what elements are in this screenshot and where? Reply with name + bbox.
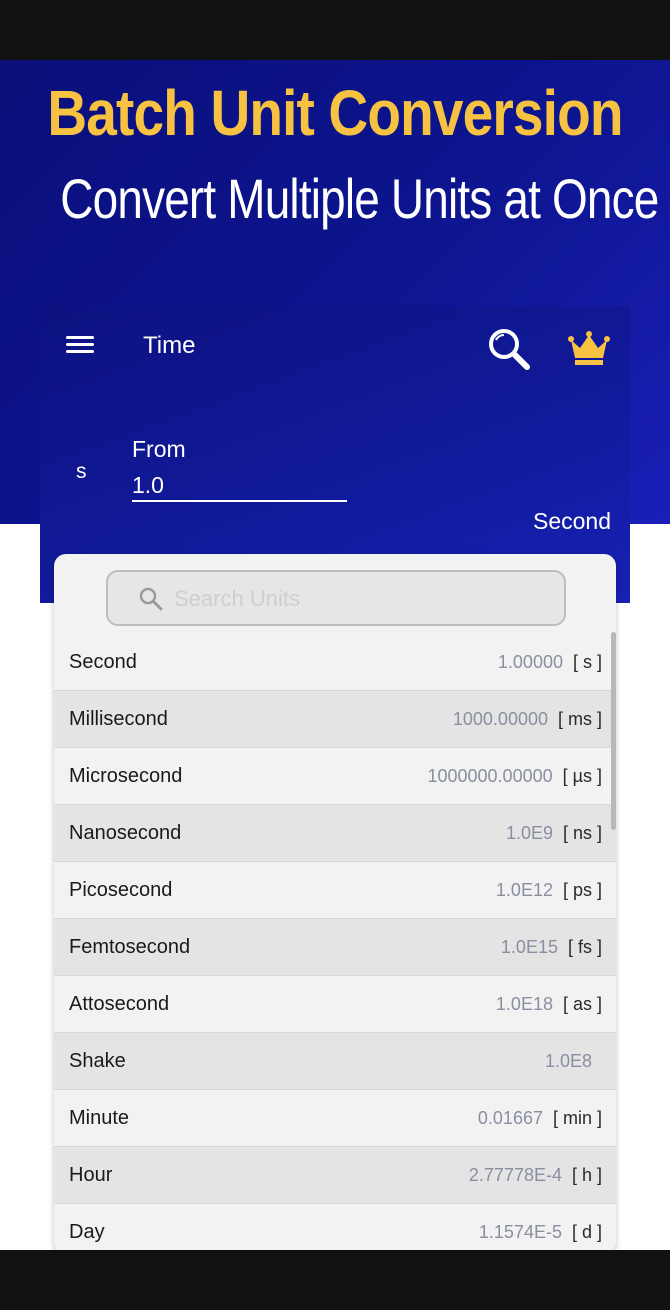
crown-icon[interactable] <box>567 328 611 368</box>
unit-name: Millisecond <box>69 707 168 730</box>
from-unit-name[interactable]: Second <box>533 508 611 535</box>
promo-subheadline: Convert Multiple Units at Once <box>60 167 659 230</box>
unit-row[interactable]: Hour 2.77778E-4 [ h ] <box>54 1147 616 1204</box>
unit-value: 1.0E15 <box>500 936 558 957</box>
unit-symbol: [ min ] <box>552 1107 602 1128</box>
unit-name: Nanosecond <box>69 821 182 844</box>
unit-name: Day <box>69 1220 105 1243</box>
unit-row[interactable]: Shake 1.0E8 <box>54 1033 616 1090</box>
unit-symbol: [ fs ] <box>567 936 602 957</box>
unit-result: 1000.00000 [ ms ] <box>453 709 602 730</box>
unit-value: 1000000.00000 <box>427 765 553 786</box>
app-title: Time <box>143 332 196 359</box>
from-value-input[interactable] <box>132 470 347 502</box>
unit-symbol: [ ns ] <box>562 822 602 843</box>
unit-symbol: [ s ] <box>572 651 602 672</box>
unit-symbol: [ ps ] <box>562 879 602 900</box>
unit-row[interactable]: Attosecond 1.0E18 [ as ] <box>54 976 616 1033</box>
unit-row[interactable]: Nanosecond 1.0E9 [ ns ] <box>54 805 616 862</box>
unit-row[interactable]: Minute 0.01667 [ min ] <box>54 1090 616 1147</box>
unit-symbol: [ as ] <box>562 993 602 1014</box>
from-label: From <box>132 436 186 462</box>
unit-result: 0.01667 [ min ] <box>478 1108 602 1129</box>
magnifier-icon[interactable] <box>486 326 532 372</box>
from-unit-symbol: s <box>76 460 87 483</box>
unit-result: 1.00000 [ s ] <box>498 652 602 673</box>
unit-name: Microsecond <box>69 764 183 787</box>
unit-value: 1000.00000 <box>452 708 548 729</box>
app-screen: Time s From Second Second 1.00000 [ s ] Mil… <box>40 306 630 1250</box>
unit-row[interactable]: Second 1.00000 [ s ] <box>54 634 616 691</box>
unit-symbol: [ d ] <box>571 1221 602 1242</box>
top-letterbox <box>0 0 670 60</box>
unit-row[interactable]: Microsecond 1000000.00000 [ µs ] <box>54 748 616 805</box>
unit-name: Second <box>69 650 137 673</box>
unit-result: 2.77778E-4 [ h ] <box>469 1165 602 1186</box>
unit-name: Hour <box>69 1163 113 1186</box>
unit-search-box[interactable] <box>106 570 566 626</box>
unit-row[interactable]: Millisecond 1000.00000 [ ms ] <box>54 691 616 748</box>
unit-name: Femtosecond <box>69 935 191 958</box>
unit-value: 1.0E8 <box>544 1050 592 1071</box>
unit-value: 1.0E12 <box>495 879 553 900</box>
hamburger-menu-icon[interactable] <box>66 332 96 358</box>
unit-name: Picosecond <box>69 878 173 901</box>
unit-name: Shake <box>69 1049 126 1072</box>
unit-row[interactable]: Picosecond 1.0E12 [ ps ] <box>54 862 616 919</box>
unit-name: Attosecond <box>69 992 170 1015</box>
unit-result: 1.0E8 <box>545 1051 602 1072</box>
unit-value: 1.1574E-5 <box>478 1221 562 1242</box>
unit-result: 1.0E9 [ ns ] <box>506 823 602 844</box>
search-units-input[interactable] <box>172 584 536 614</box>
unit-name: Minute <box>69 1106 130 1129</box>
bottom-letterbox <box>0 1250 670 1310</box>
unit-value: 1.0E9 <box>505 822 553 843</box>
unit-result: 1.0E15 [ fs ] <box>501 937 602 958</box>
search-icon <box>139 587 163 611</box>
unit-value: 1.00000 <box>497 651 563 672</box>
unit-row[interactable]: Femtosecond 1.0E15 [ fs ] <box>54 919 616 976</box>
unit-symbol: [ h ] <box>571 1164 602 1185</box>
unit-result: 1000000.00000 [ µs ] <box>427 766 602 787</box>
unit-result: 1.1574E-5 [ d ] <box>479 1222 602 1243</box>
unit-symbol: [ ms ] <box>558 708 602 729</box>
units-list-card: Second 1.00000 [ s ] Millisecond 1000.00000 [… <box>54 554 616 1250</box>
unit-value: 2.77778E-4 <box>468 1164 562 1185</box>
unit-result: 1.0E18 [ as ] <box>496 994 602 1015</box>
unit-value: 0.01667 <box>477 1107 543 1128</box>
unit-row[interactable]: Day 1.1574E-5 [ d ] <box>54 1204 616 1250</box>
promo-headline: Batch Unit Conversion <box>47 77 623 149</box>
list-scrollbar[interactable] <box>611 632 616 830</box>
units-list: Second 1.00000 [ s ] Millisecond 1000.00000 [… <box>54 634 616 1250</box>
unit-symbol: [ µs ] <box>562 765 602 786</box>
unit-value: 1.0E18 <box>495 993 553 1014</box>
unit-result: 1.0E12 [ ps ] <box>496 880 602 901</box>
